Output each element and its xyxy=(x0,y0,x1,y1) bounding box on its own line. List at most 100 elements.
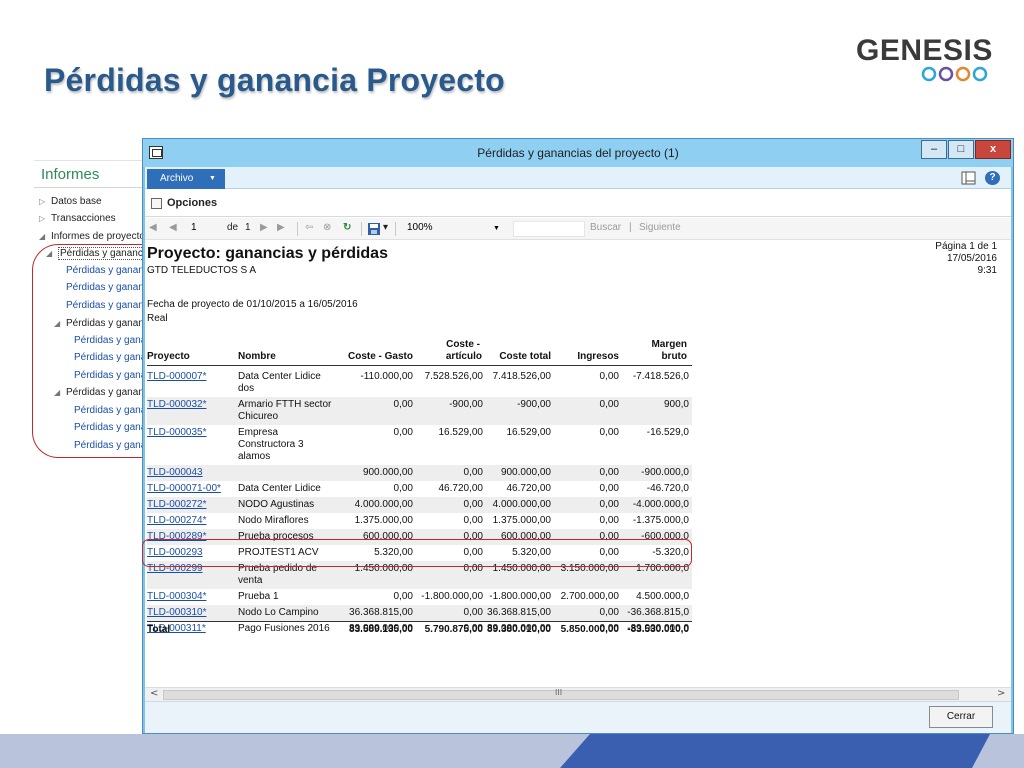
col-nombre: Nombre xyxy=(238,351,276,362)
total-pages-label: 1 xyxy=(245,222,251,233)
minimize-button[interactable]: – xyxy=(921,140,947,159)
project-name: venta xyxy=(238,575,263,586)
cell-coste-articulo: 0,00 xyxy=(463,515,483,526)
project-name: alamos xyxy=(238,451,271,462)
maximize-button[interactable]: □ xyxy=(948,140,974,159)
header-rule xyxy=(147,365,692,366)
layout-icon[interactable] xyxy=(961,171,976,185)
refresh-icon[interactable]: ↻ xyxy=(343,222,351,233)
table-row: TLD-000007* Data Center Lidice dos -110.000… xyxy=(147,369,692,397)
project-id-link[interactable]: TLD-000310* xyxy=(147,607,235,619)
next-page-icon[interactable]: ▶ xyxy=(260,222,268,233)
scroll-right-icon[interactable]: > xyxy=(997,688,1005,699)
cerrar-button[interactable]: Cerrar xyxy=(929,706,993,728)
cell-coste-total: -1.800.000,00 xyxy=(489,591,551,602)
col-coste-articulo-line2: artículo xyxy=(445,351,482,362)
col-margen-line2: bruto xyxy=(661,351,687,362)
total-ingresos: 5.850.000,00 xyxy=(560,624,619,635)
date-range: Fecha de proyecto de 01/10/2015 a 16/05/… xyxy=(147,299,358,310)
cell-margen-bruto: -900.000,0 xyxy=(641,467,689,478)
toolbar-separator xyxy=(361,222,362,236)
cell-coste-total: 1.375.000,00 xyxy=(492,515,551,526)
ribbon: Archivo ▼ ? xyxy=(145,167,1011,189)
close-button[interactable]: x xyxy=(975,140,1011,159)
report-toolbar: ◀ ◀ 1 de 1 ▶ ▶ ⇦ ⊗ ↻ ▾ 100% ▼ Buscar | S… xyxy=(145,218,1011,240)
project-id-link[interactable]: TLD-000043 xyxy=(147,467,235,479)
cell-ingresos: 2.700.000,00 xyxy=(560,591,619,602)
highlight-outline-row xyxy=(142,539,692,567)
project-name: Constructora 3 xyxy=(238,439,304,450)
cell-margen-bruto: -16.529,0 xyxy=(646,427,689,438)
help-icon[interactable]: ? xyxy=(985,171,1000,185)
cell-coste-articulo: 46.720,00 xyxy=(438,483,484,494)
window-titlebar[interactable]: Pérdidas y ganancias del proyecto (1) – … xyxy=(143,139,1013,167)
page-number-input[interactable]: 1 xyxy=(185,221,221,237)
save-icon[interactable] xyxy=(367,222,381,236)
save-dropdown-icon[interactable]: ▾ xyxy=(383,222,388,233)
scroll-left-icon[interactable]: < xyxy=(150,688,158,699)
cell-coste-articulo: 0,00 xyxy=(463,467,483,478)
total-total: 89.380.010,00 xyxy=(487,624,551,635)
zoom-select[interactable]: 100% ▼ xyxy=(401,221,507,237)
cell-coste-total: 16.529,00 xyxy=(506,427,552,438)
project-id-link[interactable]: TLD-000035* xyxy=(147,427,235,439)
project-id-link[interactable]: TLD-000272* xyxy=(147,499,235,511)
next-match-button[interactable]: Siguiente xyxy=(639,222,681,233)
cell-coste-articulo: 0,00 xyxy=(463,607,483,618)
table-row: TLD-000272* NODO Agustinas 4.000.000,00 0,0… xyxy=(147,497,692,513)
horizontal-scrollbar[interactable]: < III > xyxy=(145,687,1011,701)
options-label[interactable]: Opciones xyxy=(167,197,217,209)
report-date: 17/05/2016 xyxy=(946,253,997,264)
expand-arrow-icon[interactable]: ◢ xyxy=(39,232,51,241)
table-row: TLD-000071-00* Data Center Lidice 0,00 46.7… xyxy=(147,481,692,497)
nav-divider xyxy=(34,187,146,188)
cell-margen-bruto: -4.000.000,0 xyxy=(632,499,689,510)
options-bar: Opciones xyxy=(145,189,1011,217)
project-id-link[interactable]: TLD-000274* xyxy=(147,515,235,527)
project-id-link[interactable]: TLD-000007* xyxy=(147,371,235,383)
expand-arrow-icon[interactable]: ▷ xyxy=(39,197,51,206)
slide-title: Pérdidas y ganancia Proyecto xyxy=(44,62,505,98)
col-coste-gasto: Coste - Gasto xyxy=(347,351,413,362)
last-page-icon[interactable]: ▶ xyxy=(277,222,285,233)
nav-item[interactable]: ▷ Transacciones xyxy=(39,213,116,224)
cell-coste-total: 7.418.526,00 xyxy=(492,371,551,382)
first-page-icon[interactable]: ◀ xyxy=(149,222,157,233)
search-input[interactable] xyxy=(513,221,585,237)
cell-coste-gasto: 36.368.815,00 xyxy=(349,607,413,618)
options-icon[interactable] xyxy=(151,198,162,209)
prev-page-icon[interactable]: ◀ xyxy=(169,222,177,233)
cell-coste-total: 4.000.000,00 xyxy=(492,499,551,510)
nav-item[interactable]: ◢ Informes de proyecto xyxy=(39,231,145,242)
archivo-menu[interactable]: Archivo ▼ xyxy=(147,169,225,189)
cell-coste-articulo: 0,00 xyxy=(463,499,483,510)
cell-margen-bruto: -7.418.526,0 xyxy=(632,371,689,382)
project-id-link[interactable]: TLD-000304* xyxy=(147,591,235,603)
col-proyecto: Proyecto xyxy=(147,351,190,362)
stop-icon[interactable]: ⊗ xyxy=(323,222,331,233)
cell-ingresos: 0,00 xyxy=(599,399,619,410)
total-label: Total xyxy=(147,624,171,635)
nav-item-label: Transacciones xyxy=(51,213,116,224)
total-articulo: 5.790.875,00 xyxy=(424,624,483,635)
archivo-label: Archivo xyxy=(160,173,194,184)
back-icon[interactable]: ⇦ xyxy=(305,222,313,233)
col-coste-articulo-line1: Coste - xyxy=(446,339,480,350)
cell-coste-articulo: -900,00 xyxy=(449,399,483,410)
nav-header: Informes xyxy=(41,166,100,183)
cell-coste-articulo: 16.529,00 xyxy=(438,427,484,438)
project-id-link[interactable]: TLD-000071-00* xyxy=(147,483,235,495)
total-margen: -83.530.010,0 xyxy=(627,624,689,635)
project-id-link[interactable]: TLD-000032* xyxy=(147,399,235,411)
nav-item-label: Datos base xyxy=(51,196,102,207)
total-gasto: 83.589.135,00 xyxy=(349,624,413,635)
cell-ingresos: 0,00 xyxy=(599,467,619,478)
cell-coste-total: 900.000,00 xyxy=(500,467,551,478)
zoom-value: 100% xyxy=(407,222,433,233)
search-button[interactable]: Buscar xyxy=(590,222,621,233)
nav-item[interactable]: ▷ Datos base xyxy=(39,196,102,207)
chevron-down-icon: ▼ xyxy=(209,175,216,182)
col-ingresos: Ingresos xyxy=(577,351,619,362)
expand-arrow-icon[interactable]: ▷ xyxy=(39,214,51,223)
cell-coste-gasto: 4.000.000,00 xyxy=(354,499,413,510)
